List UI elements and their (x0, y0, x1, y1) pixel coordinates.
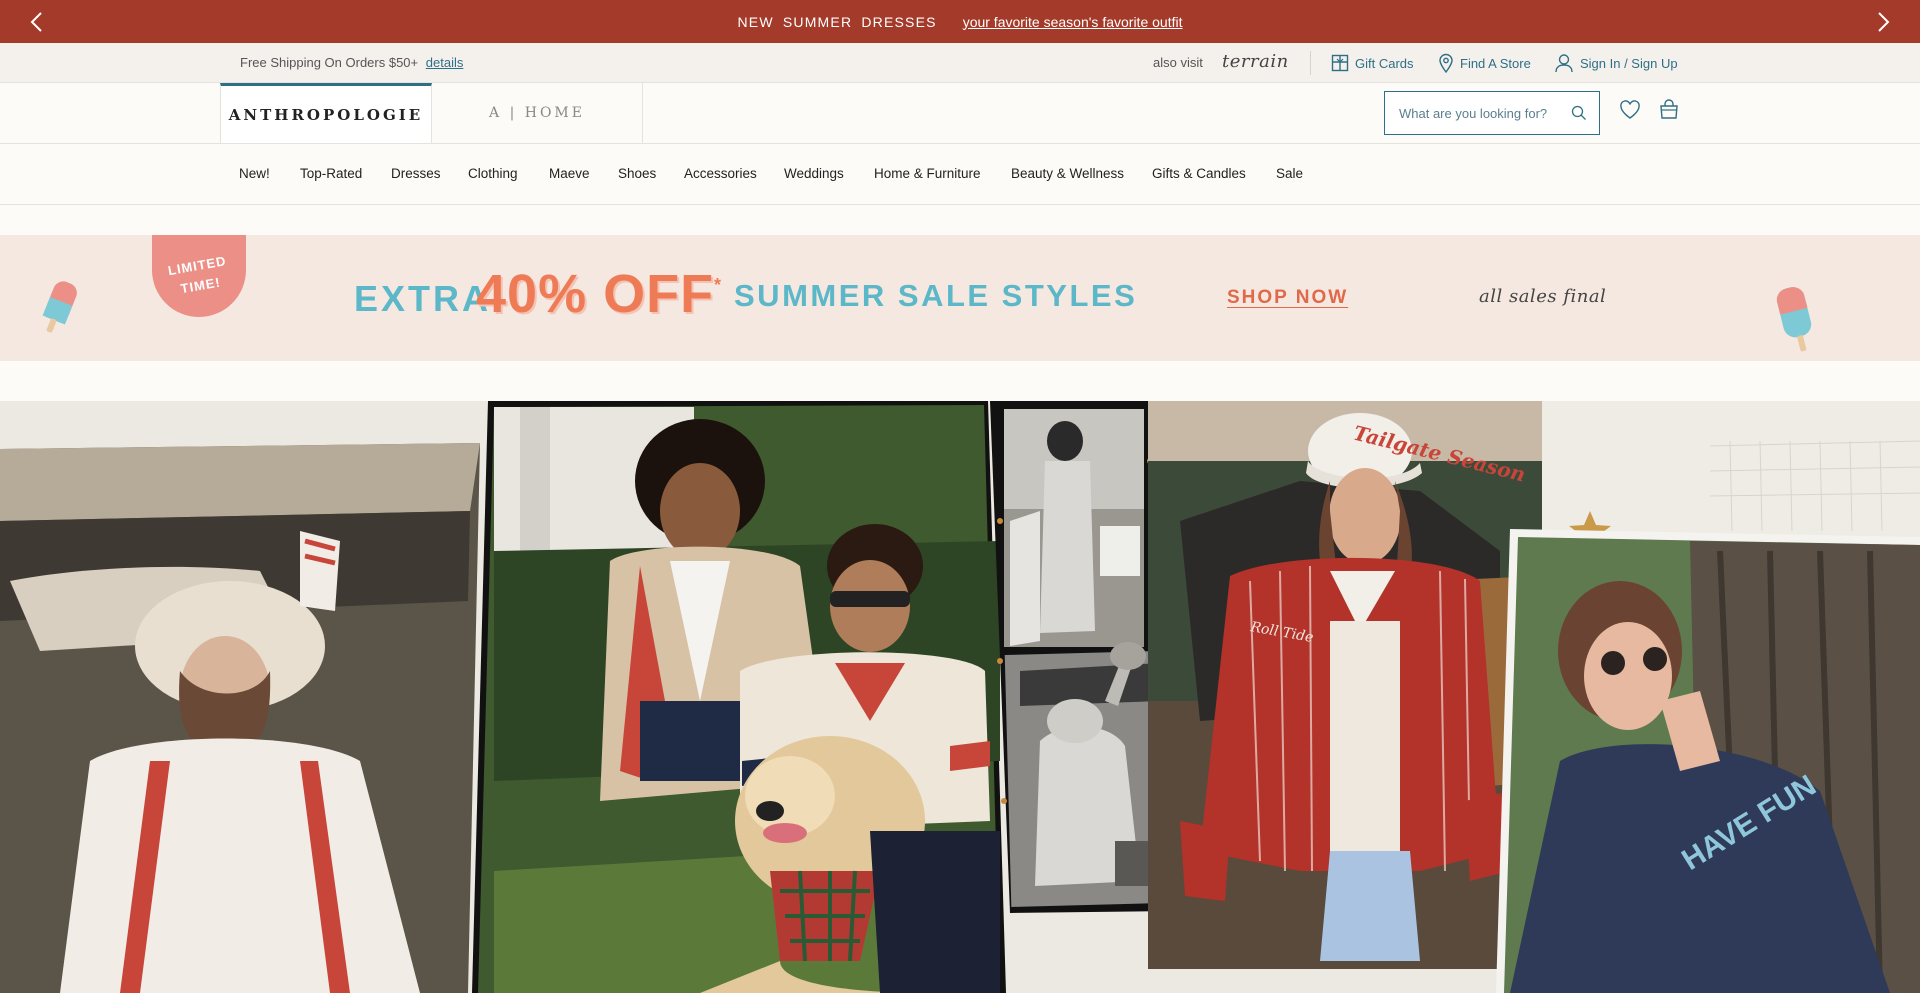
sign-in-label: Sign In / Sign Up (1580, 55, 1678, 71)
search-input[interactable] (1399, 105, 1559, 121)
shopping-bag-button[interactable] (1658, 98, 1680, 125)
site-header: ANTHROPOLOGIE A | HOME (0, 83, 1920, 144)
photo-woman-sunglasses: HAVE FUN (1496, 529, 1920, 993)
shipping-details-link[interactable]: details (426, 55, 464, 70)
sign-in-link[interactable]: Sign In / Sign Up (1554, 52, 1678, 74)
sale-banner[interactable]: LIMITED TIME! EXTRA 40% OFF * SUMMER SAL… (0, 235, 1920, 361)
photo-woman-cardigan (0, 443, 480, 993)
shop-now-link[interactable]: SHOP NOW (1227, 287, 1348, 309)
nav-item-dresses[interactable]: Dresses (391, 166, 441, 181)
promo-bar: NEW SUMMER DRESSES your favorite season'… (0, 0, 1920, 43)
hero-collage-image: Tailgate Season Roll Tide HAVE FUN (0, 401, 1920, 993)
nav-item-top-rated[interactable]: Top-Rated (300, 166, 362, 181)
search-submit-button[interactable] (1571, 105, 1587, 126)
chevron-left-icon (30, 12, 42, 32)
gift-cards-label: Gift Cards (1355, 55, 1414, 71)
limited-time-badge: LIMITED TIME! (152, 235, 246, 317)
also-visit-label: also visit (1153, 55, 1203, 70)
nav-item-new[interactable]: New! (239, 166, 270, 181)
main-nav: New! Top-Rated Dresses Clothing Maeve Sh… (0, 144, 1920, 205)
utility-bar: Free Shipping On Orders $50+ details als… (0, 43, 1920, 83)
shopping-bag-icon (1660, 99, 1678, 119)
promo-link[interactable]: your favorite season's favorite outfit (963, 14, 1183, 30)
photo-film-strip (990, 401, 1172, 913)
shipping-message: Free Shipping On Orders $50+ details (240, 55, 463, 70)
promo-prev-button[interactable] (22, 8, 50, 36)
chevron-right-icon (1878, 12, 1890, 32)
hero-collage[interactable]: Tailgate Season Roll Tide HAVE FUN (0, 401, 1920, 993)
wishlist-button[interactable] (1619, 100, 1641, 125)
nav-item-weddings[interactable]: Weddings (784, 166, 844, 181)
grid-paper-decoration (1540, 401, 1920, 541)
nav-item-clothing[interactable]: Clothing (468, 166, 518, 181)
nav-item-beauty-wellness[interactable]: Beauty & Wellness (1011, 166, 1124, 181)
nav-item-gifts-candles[interactable]: Gifts & Candles (1152, 166, 1246, 181)
brand-logo-home: A | HOME (489, 105, 585, 121)
terrain-logo-link[interactable]: terrain (1222, 51, 1289, 72)
heart-icon (1620, 100, 1640, 119)
promo-headline: NEW SUMMER DRESSES (737, 13, 937, 30)
find-store-label: Find A Store (1460, 55, 1531, 71)
gift-cards-link[interactable]: Gift Cards (1331, 52, 1414, 74)
sale-styles-text: SUMMER SALE STYLES (734, 278, 1138, 313)
find-store-link[interactable]: Find A Store (1438, 52, 1531, 74)
nav-item-sale[interactable]: Sale (1276, 166, 1303, 181)
user-icon (1555, 54, 1573, 73)
sale-percent-text: 40% OFF (476, 264, 715, 324)
nav-item-maeve[interactable]: Maeve (549, 166, 590, 181)
sale-asterisk: * (714, 275, 722, 295)
brand-logo-anthropologie: ANTHROPOLOGIE (228, 105, 424, 124)
sales-final-note: all sales final (1479, 286, 1607, 307)
photo-couple-dog (472, 401, 1006, 993)
search-icon (1571, 105, 1586, 120)
shipping-text: Free Shipping On Orders $50+ (240, 55, 419, 70)
brand-tab-home[interactable]: A | HOME (432, 83, 643, 143)
promo-next-button[interactable] (1870, 8, 1898, 36)
divider (1310, 51, 1311, 75)
sale-extra-text: EXTRA (354, 278, 492, 319)
nav-item-shoes[interactable]: Shoes (618, 166, 656, 181)
popsicle-right-icon (1776, 287, 1812, 352)
brand-tab-anthropologie[interactable]: ANTHROPOLOGIE (220, 83, 432, 143)
location-pin-icon (1439, 53, 1453, 73)
gift-card-icon (1331, 54, 1349, 72)
popsicle-left-icon (42, 281, 77, 333)
limited-time-text: LIMITED TIME! (166, 253, 228, 297)
search-box (1384, 91, 1600, 135)
nav-item-accessories[interactable]: Accessories (684, 166, 757, 181)
photo-tailgate-jacket: Tailgate Season Roll Tide (1148, 401, 1542, 969)
nav-item-home-furniture[interactable]: Home & Furniture (874, 166, 981, 181)
